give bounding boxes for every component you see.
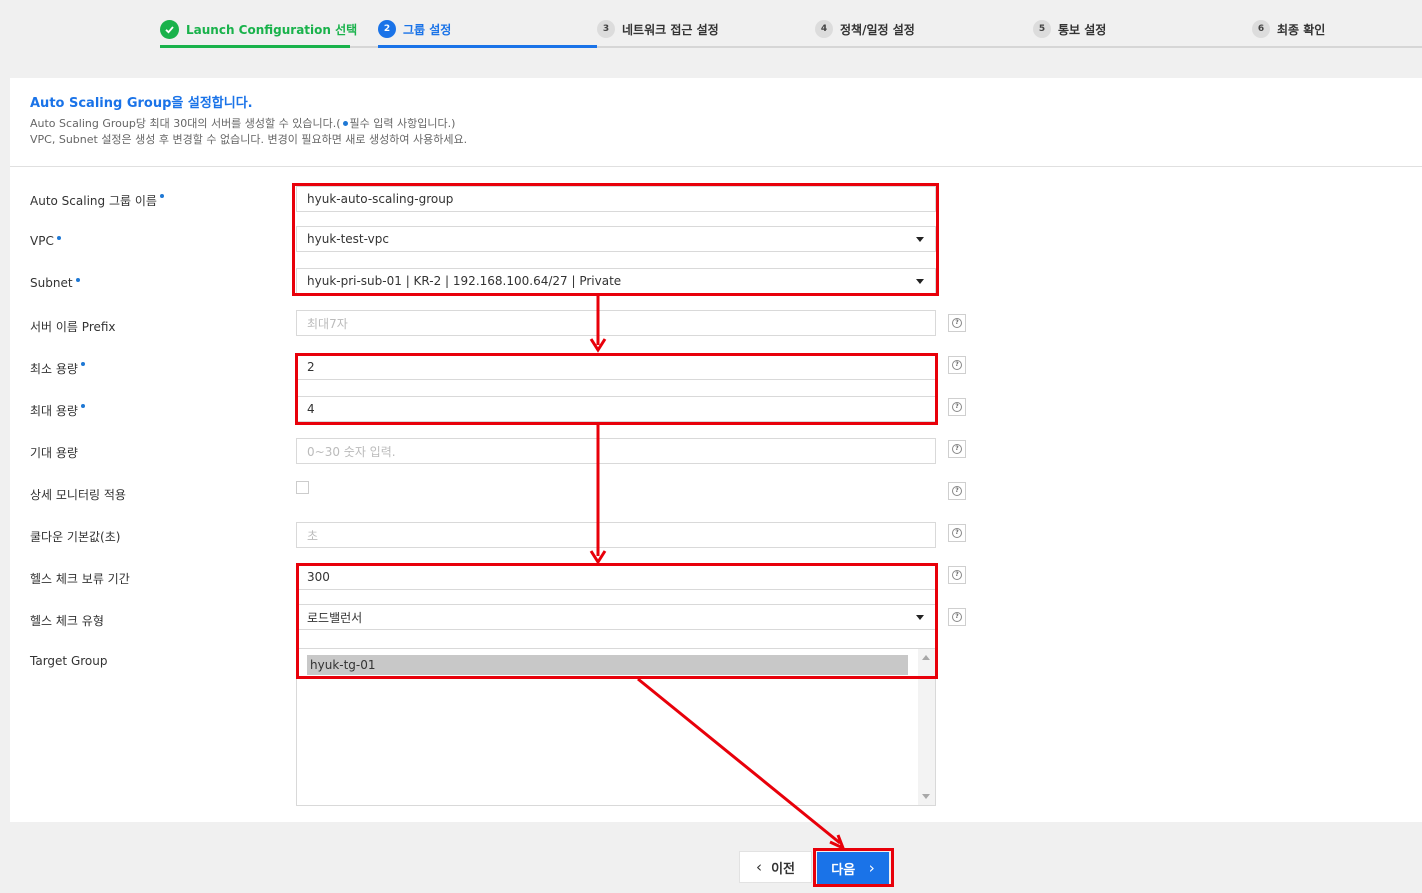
vpc-select[interactable]: hyuk-test-vpc [296, 226, 936, 252]
subnet-select[interactable]: hyuk-pri-sub-01 | KR-2 | 192.168.100.64/… [296, 268, 936, 294]
min-capacity-label: 최소 용량 [30, 360, 85, 377]
group-name-input[interactable]: hyuk-auto-scaling-group [296, 186, 936, 212]
prev-label: 이전 [771, 861, 795, 877]
required-dot-icon [56, 236, 61, 240]
target-group-listbox[interactable]: hyuk-tg-01 [296, 648, 936, 806]
health-type-help-icon[interactable]: ? [948, 608, 966, 626]
vpc-selected-value: hyuk-test-vpc [307, 232, 389, 246]
cooldown-input[interactable]: 초 [296, 522, 936, 548]
step-current-underline [378, 45, 597, 48]
step-label: 그룹 설정 [403, 22, 452, 37]
min-capacity-input[interactable]: 2 [296, 354, 936, 380]
required-dot-icon [342, 120, 348, 126]
listbox-scrollbar[interactable] [918, 649, 935, 805]
step-label: Launch Configuration 선택 [186, 22, 358, 37]
detailed-monitoring-checkbox[interactable] [296, 481, 309, 494]
intro-line2: VPC, Subnet 설정은 생성 후 변경할 수 없습니다. 변경이 필요하… [30, 133, 468, 146]
check-icon [160, 19, 179, 39]
wizard-steps: Launch Configuration 선택 2 그룹 설정 3 네트워크 접… [0, 0, 1422, 48]
next-button[interactable]: 다음 › [817, 852, 889, 884]
step-policy-schedule[interactable]: 4 정책/일정 설정 [815, 19, 915, 39]
intro-line1-suffix: 필수 입력 사항입니다.) [349, 117, 456, 130]
step-number: 3 [597, 20, 615, 38]
desired-capacity-label: 기대 용량 [30, 446, 78, 460]
desired-capacity-input[interactable]: 0~30 숫자 입력. [296, 438, 936, 464]
divider [10, 166, 1422, 167]
max-capacity-label: 최대 용량 [30, 402, 85, 419]
step-number: 6 [1252, 20, 1270, 38]
step-final-review[interactable]: 6 최종 확인 [1252, 19, 1325, 39]
detailed-monitoring-help-icon[interactable]: ? [948, 482, 966, 500]
step-network-access[interactable]: 3 네트워크 접근 설정 [597, 19, 719, 39]
step-number: 4 [815, 20, 833, 38]
step-done-underline [160, 45, 350, 48]
health-type-select[interactable]: 로드밸런서 [296, 604, 936, 630]
max-capacity-input[interactable]: 4 [296, 396, 936, 422]
server-prefix-input[interactable]: 최대7자 [296, 310, 936, 336]
scroll-down-icon[interactable] [922, 794, 930, 799]
health-grace-help-icon[interactable]: ? [948, 566, 966, 584]
step-notification[interactable]: 5 통보 설정 [1033, 19, 1106, 39]
step-label: 정책/일정 설정 [840, 22, 915, 37]
step-number: 5 [1033, 20, 1051, 38]
prev-button[interactable]: ‹ 이전 [739, 851, 812, 883]
max-capacity-help-icon[interactable]: ? [948, 398, 966, 416]
required-dot-icon [75, 278, 80, 282]
next-label: 다음 [831, 862, 856, 878]
scroll-up-icon[interactable] [922, 655, 930, 660]
desired-capacity-help-icon[interactable]: ? [948, 440, 966, 458]
min-capacity-help-icon[interactable]: ? [948, 356, 966, 374]
step-number: 2 [378, 20, 396, 38]
required-dot-icon [159, 194, 164, 198]
step-group-settings[interactable]: 2 그룹 설정 [378, 19, 451, 39]
health-type-label: 헬스 체크 유형 [30, 614, 104, 628]
subnet-label: Subnet [30, 276, 80, 290]
health-grace-label: 헬스 체크 보류 기간 [30, 572, 130, 586]
health-type-selected-value: 로드밸런서 [307, 610, 363, 625]
required-dot-icon [80, 362, 85, 366]
group-name-label: Auto Scaling 그룹 이름 [30, 192, 164, 209]
intro-section: Auto Scaling Group을 설정합니다. Auto Scaling … [30, 92, 467, 148]
required-dot-icon [80, 404, 85, 408]
page-title: Auto Scaling Group을 설정합니다. [30, 96, 253, 111]
cooldown-label: 쿨다운 기본값(초) [30, 530, 121, 544]
step-launch-configuration[interactable]: Launch Configuration 선택 [160, 19, 357, 39]
server-prefix-help-icon[interactable]: ? [948, 314, 966, 332]
intro-line1-prefix: Auto Scaling Group당 최대 30대의 서버를 생성할 수 있습… [30, 117, 341, 130]
step-label: 네트워크 접근 설정 [622, 22, 719, 37]
cooldown-help-icon[interactable]: ? [948, 524, 966, 542]
target-group-option[interactable]: hyuk-tg-01 [307, 655, 908, 675]
vpc-label: VPC [30, 234, 61, 248]
group-settings-panel: Auto Scaling Group을 설정합니다. Auto Scaling … [10, 78, 1422, 822]
step-label: 통보 설정 [1058, 22, 1107, 37]
step-label: 최종 확인 [1277, 22, 1326, 37]
detailed-monitoring-label: 상세 모니터링 적용 [30, 488, 126, 502]
health-grace-input[interactable]: 300 [296, 564, 936, 590]
subnet-selected-value: hyuk-pri-sub-01 | KR-2 | 192.168.100.64/… [307, 274, 622, 288]
intro-description: Auto Scaling Group당 최대 30대의 서버를 생성할 수 있습… [30, 116, 467, 148]
target-group-label: Target Group [30, 654, 108, 668]
server-prefix-label: 서버 이름 Prefix [30, 320, 116, 334]
chevron-right-icon: › [868, 859, 875, 877]
chevron-left-icon: ‹ [756, 858, 762, 876]
